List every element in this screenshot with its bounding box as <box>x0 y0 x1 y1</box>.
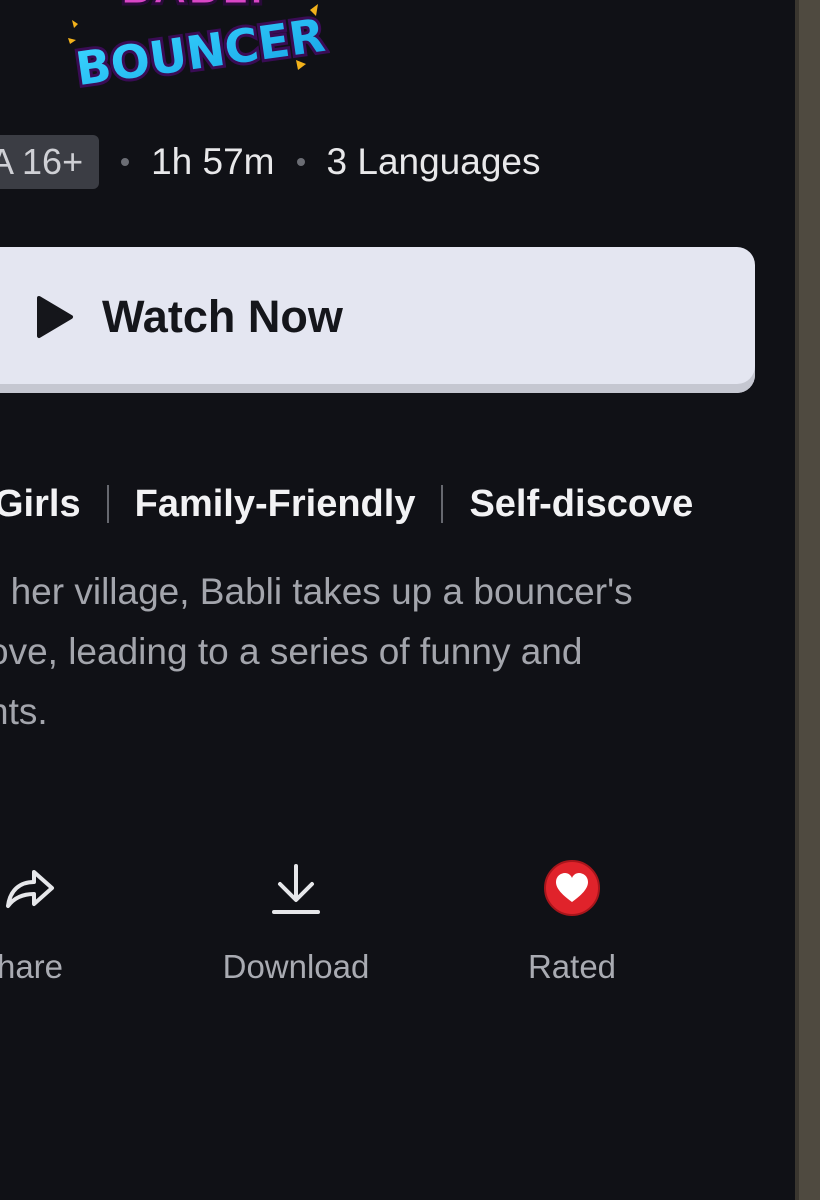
share-button[interactable]: hare <box>0 860 100 986</box>
play-icon <box>37 296 73 338</box>
tag-family-friendly: Family-Friendly <box>134 482 416 525</box>
action-bar: hare Download Rated <box>0 860 795 1000</box>
heart-icon <box>544 860 600 916</box>
description-line: r her village, Babli takes up a bouncer'… <box>0 571 633 612</box>
tag-self-discovery: Self-discove <box>469 482 694 525</box>
genre-tags: Girls Family-Friendly Self-discove <box>0 478 693 530</box>
meta-row: A 16+ 1h 57m 3 Languages <box>0 134 541 190</box>
share-icon <box>6 870 54 908</box>
tag-girls: Girls <box>0 482 81 525</box>
description-line: nts. <box>0 691 48 732</box>
title-details-screen: BABLI BOUNCER A 16+ 1h 57m 3 Languages W… <box>0 0 795 1200</box>
logo-line1: BABLI <box>119 0 265 15</box>
logo-line2: BOUNCER <box>72 8 328 95</box>
languages-text: 3 Languages <box>326 141 541 182</box>
watch-now-button[interactable]: Watch Now <box>0 247 755 393</box>
separator-dot <box>296 158 305 166</box>
tag-divider <box>106 485 109 523</box>
description: r her village, Babli takes up a bouncer'… <box>0 562 778 742</box>
download-button[interactable]: Download <box>196 860 396 986</box>
download-label: Download <box>222 948 370 985</box>
separator-dot <box>121 158 130 166</box>
watch-now-label: Watch Now <box>102 291 343 342</box>
rated-button[interactable]: Rated <box>500 860 644 986</box>
rated-label: Rated <box>527 948 617 985</box>
share-label: hare <box>0 948 64 985</box>
duration-text: 1h 57m <box>151 141 275 182</box>
download-icon <box>272 864 320 914</box>
title-logo: BABLI BOUNCER <box>68 0 330 95</box>
age-rating-badge: A 16+ <box>0 135 100 189</box>
description-line: ove, leading to a series of funny and <box>0 631 583 672</box>
frame-shadow <box>795 0 799 1200</box>
device-frame-edge <box>795 0 820 1200</box>
tag-divider <box>441 485 444 523</box>
